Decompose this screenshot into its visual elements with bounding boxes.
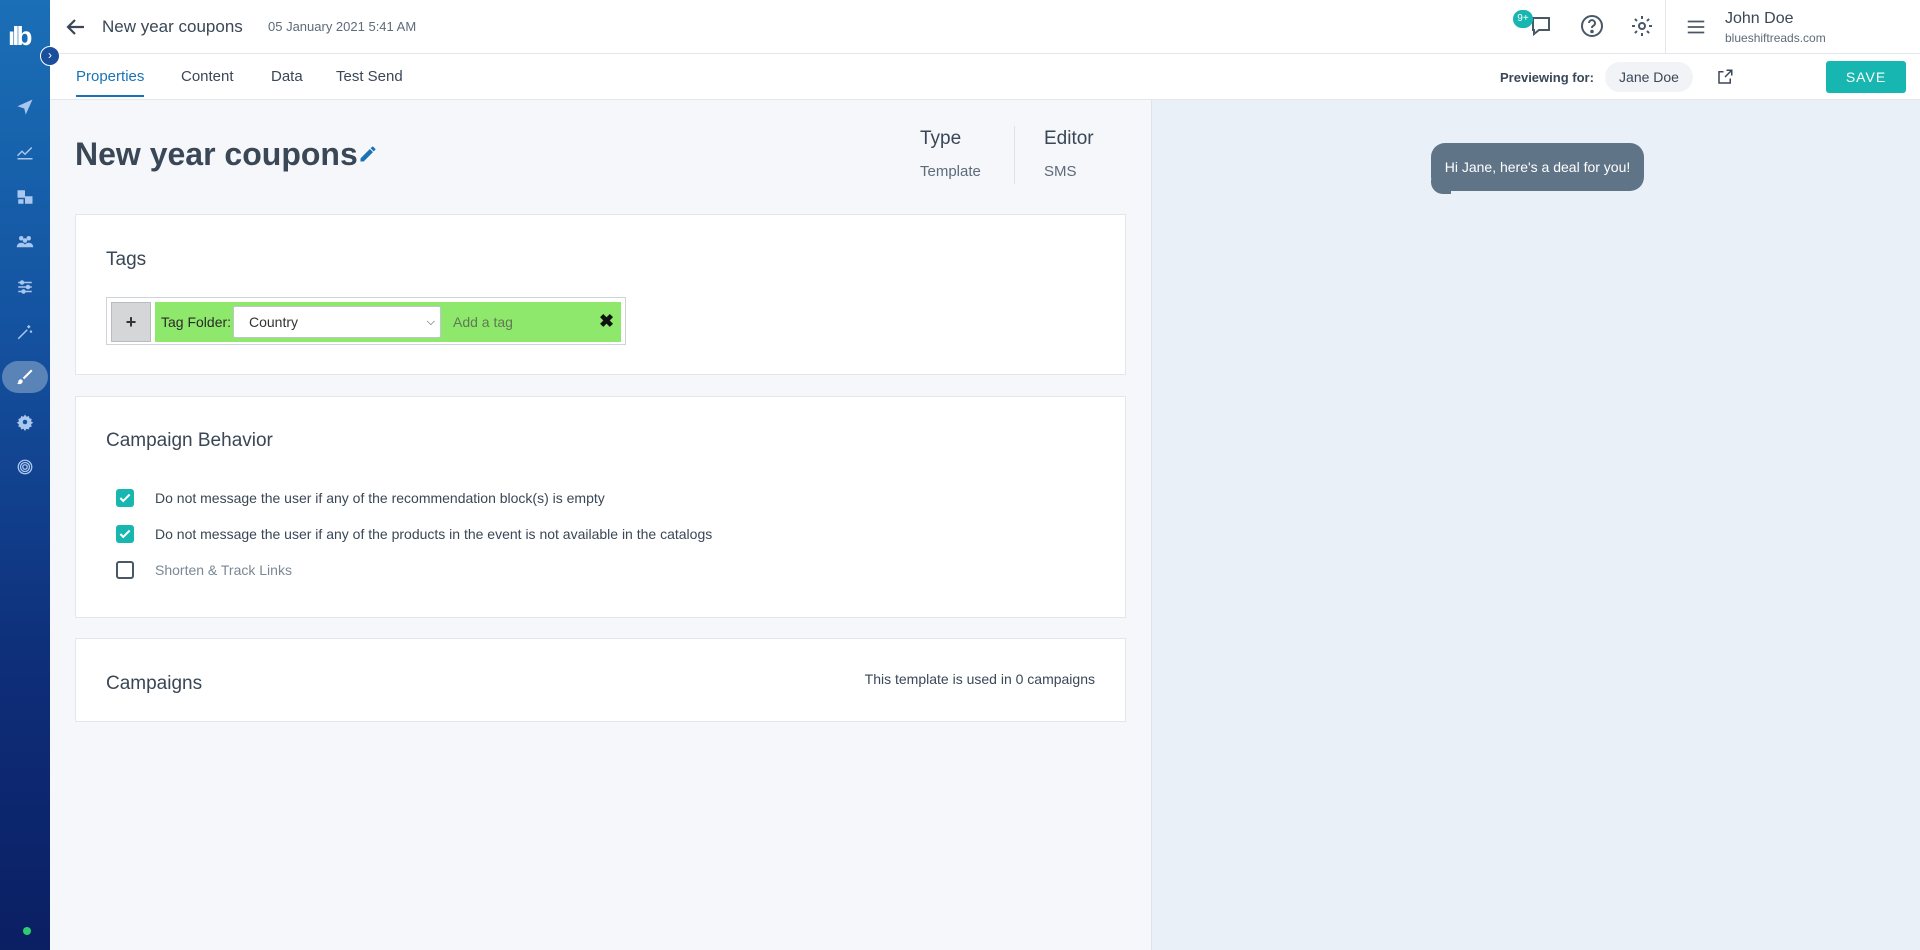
user-org: blueshiftreads.com bbox=[1725, 31, 1826, 45]
chevron-down-icon: ⌵ bbox=[426, 316, 435, 328]
campaigns-heading: Campaigns bbox=[106, 673, 203, 694]
checkbox-checked[interactable] bbox=[116, 489, 134, 507]
send-icon[interactable] bbox=[0, 91, 50, 123]
preview-user-selector[interactable]: Jane Doe bbox=[1605, 62, 1693, 92]
behavior-option-label: Do not message the user if any of the pr… bbox=[155, 526, 713, 542]
tab-test-send[interactable]: Test Send bbox=[336, 68, 403, 95]
people-icon[interactable] bbox=[0, 226, 50, 258]
behavior-option[interactable]: Do not message the user if any of the pr… bbox=[116, 525, 712, 543]
tabs-bar: Properties Content Data Test Send Previe… bbox=[50, 54, 1920, 100]
tag-row: Tag Folder: Country ⌵ Add a tag ✖ bbox=[155, 302, 621, 342]
remove-tag-icon[interactable]: ✖ bbox=[599, 311, 614, 332]
preview-panel: Hi Jane, here's a deal for you! bbox=[1151, 100, 1920, 950]
settings-icon[interactable] bbox=[1630, 14, 1654, 38]
type-meta: Type Template bbox=[920, 128, 981, 180]
behavior-option-label: Shorten & Track Links bbox=[155, 562, 292, 578]
type-key: Type bbox=[920, 128, 962, 149]
campaign-behavior-card: Campaign Behavior Do not message the use… bbox=[75, 396, 1126, 618]
expand-sidebar-icon[interactable]: › bbox=[40, 46, 60, 66]
fingerprint-icon[interactable] bbox=[0, 451, 50, 483]
help-icon[interactable] bbox=[1580, 14, 1604, 38]
tab-properties[interactable]: Properties bbox=[76, 68, 145, 97]
notification-badge: 9+ bbox=[1513, 10, 1533, 28]
tags-card: Tags + Tag Folder: Country ⌵ Add a tag ✖ bbox=[75, 214, 1126, 375]
tab-data[interactable]: Data bbox=[271, 68, 303, 95]
edit-pencil-icon[interactable] bbox=[358, 144, 378, 164]
external-link-icon[interactable] bbox=[1716, 68, 1734, 86]
behavior-option-label: Do not message the user if any of the re… bbox=[155, 490, 605, 506]
page-title: New year coupons bbox=[75, 136, 358, 172]
add-tag-button[interactable]: + bbox=[111, 302, 151, 342]
type-value: Template bbox=[920, 163, 981, 180]
campaigns-usage-note: This template is used in 0 campaigns bbox=[864, 671, 1095, 687]
behavior-option[interactable]: Do not message the user if any of the re… bbox=[116, 489, 605, 507]
brush-icon[interactable] bbox=[2, 361, 48, 393]
tab-content[interactable]: Content bbox=[181, 68, 234, 95]
behavior-option[interactable]: Shorten & Track Links bbox=[116, 561, 292, 579]
editor-key: Editor bbox=[1044, 128, 1094, 149]
gear-cog-icon[interactable] bbox=[0, 406, 50, 438]
status-indicator bbox=[23, 927, 31, 935]
back-arrow-icon[interactable] bbox=[64, 15, 88, 39]
magic-wand-icon[interactable] bbox=[0, 316, 50, 348]
header-date: 05 January 2021 5:41 AM bbox=[268, 19, 417, 34]
tag-folder-select[interactable]: Country ⌵ bbox=[233, 306, 441, 338]
campaigns-card: Campaigns This template is used in 0 cam… bbox=[75, 638, 1126, 722]
checkbox-unchecked[interactable] bbox=[116, 561, 134, 579]
editor-meta: Editor SMS bbox=[1044, 128, 1094, 180]
editor-value: SMS bbox=[1044, 163, 1077, 180]
meta-separator bbox=[1014, 126, 1015, 184]
left-nav: ılb bbox=[0, 0, 50, 950]
header-separator bbox=[1665, 0, 1666, 54]
hamburger-menu-icon[interactable] bbox=[1685, 16, 1707, 38]
tag-input[interactable]: Add a tag bbox=[453, 314, 513, 330]
top-header: New year coupons 05 January 2021 5:41 AM… bbox=[50, 0, 1920, 54]
content-icon[interactable] bbox=[0, 181, 50, 213]
checkbox-checked[interactable] bbox=[116, 525, 134, 543]
tags-heading: Tags bbox=[106, 249, 147, 270]
chat-icon[interactable] bbox=[1530, 14, 1554, 38]
main-content: New year coupons Type Template Editor SM… bbox=[50, 100, 1151, 950]
save-button[interactable]: SAVE bbox=[1826, 61, 1906, 93]
app-logo[interactable]: ılb bbox=[8, 22, 42, 50]
previewing-for-label: Previewing for: bbox=[1500, 70, 1594, 85]
tag-editor: + Tag Folder: Country ⌵ Add a tag ✖ bbox=[106, 297, 626, 345]
analytics-icon[interactable] bbox=[0, 136, 50, 168]
behavior-heading: Campaign Behavior bbox=[106, 430, 273, 451]
sliders-icon[interactable] bbox=[0, 271, 50, 303]
user-name[interactable]: John Doe bbox=[1725, 10, 1794, 28]
sms-message-bubble: Hi Jane, here's a deal for you! bbox=[1431, 143, 1644, 191]
tag-folder-value: Country bbox=[249, 314, 299, 330]
tag-folder-label: Tag Folder: bbox=[161, 314, 232, 330]
header-title: New year coupons bbox=[102, 17, 243, 36]
